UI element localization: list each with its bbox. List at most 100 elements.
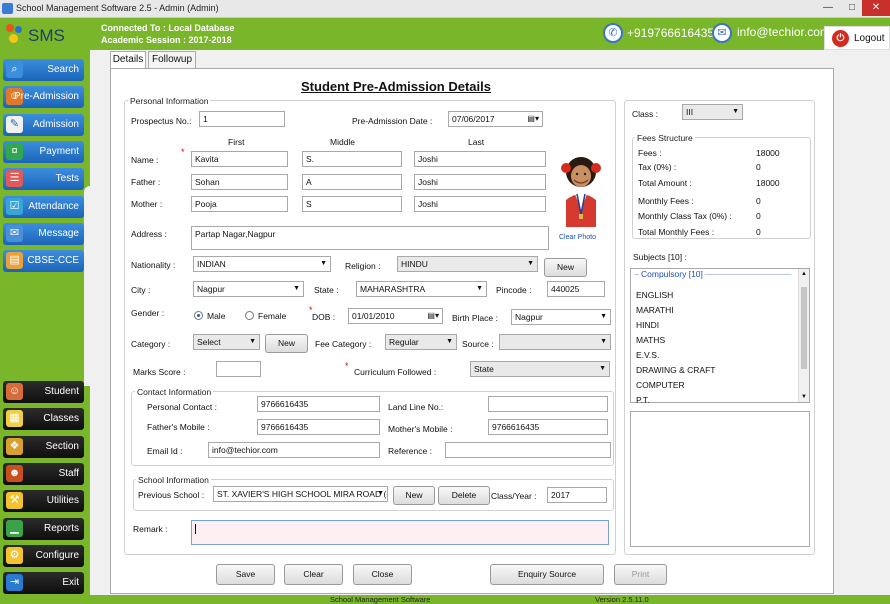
sidebar-item-message[interactable]: ✉ Message xyxy=(3,222,84,245)
close-window-button[interactable]: ✕ xyxy=(862,0,890,16)
religion-label: Religion : xyxy=(345,261,381,271)
fee-value: 18000 xyxy=(756,178,780,188)
app-header: SMS Connected To : Local Database Academ… xyxy=(0,18,890,50)
class-select[interactable]: III ▼ xyxy=(682,104,743,120)
subject-item[interactable]: COMPUTER xyxy=(636,380,685,390)
sidebar-item-staff[interactable]: ☻ Staff xyxy=(3,462,84,485)
maximize-button[interactable]: □ xyxy=(840,0,864,16)
marks-score-input[interactable] xyxy=(216,361,261,377)
father-first-input[interactable]: Sohan xyxy=(191,174,288,190)
gender-male-radio[interactable] xyxy=(194,311,203,320)
email-input[interactable]: info@techior.com xyxy=(208,442,380,458)
pincode-input[interactable]: 440025 xyxy=(547,281,605,297)
personal-contact-input[interactable]: 9766616435 xyxy=(257,396,380,412)
subjects-list[interactable]: Compulsory [10] ENGLISH MARATHI HINDI MATHS… xyxy=(630,268,810,405)
new-religion-button[interactable]: New xyxy=(544,258,587,277)
address-input[interactable]: Partap Nagar,Nagpur xyxy=(191,226,549,250)
subject-item[interactable]: DRAWING & CRAFT xyxy=(636,365,716,375)
religion-select[interactable]: HINDU ▼ xyxy=(397,256,538,272)
enquiry-source-button[interactable]: Enquiry Source xyxy=(490,564,604,585)
minimize-button[interactable]: — xyxy=(816,0,840,16)
tab-details[interactable]: Details xyxy=(110,51,146,69)
logout-button[interactable]: ⏻ Logout xyxy=(824,26,890,50)
dob-picker[interactable]: 01/01/2010 ▤▾ xyxy=(348,308,443,324)
calendar-icon[interactable]: ▤▾ xyxy=(527,114,539,123)
optional-subjects-list[interactable] xyxy=(630,411,810,547)
sidebar-item-admission[interactable]: ✎ Admission xyxy=(3,113,84,136)
subject-item[interactable]: HINDI xyxy=(636,320,659,330)
fee-label: Fees : xyxy=(638,148,662,158)
contact-phone: +919766616435 xyxy=(627,26,715,40)
fee-category-select[interactable]: Regular ▼ xyxy=(385,334,457,350)
app-icon xyxy=(2,3,13,14)
city-label: City : xyxy=(131,285,151,295)
sidebar-item-cbse-cce[interactable]: ▤ CBSE-CCE xyxy=(3,250,84,273)
new-school-button[interactable]: New xyxy=(393,486,435,505)
subject-item[interactable]: ENGLISH xyxy=(636,290,673,300)
save-button[interactable]: Save xyxy=(216,564,275,585)
sidebar-item-reports[interactable]: ▁ Reports xyxy=(3,517,84,540)
subject-item[interactable]: MATHS xyxy=(636,335,665,345)
new-category-button[interactable]: New xyxy=(265,334,308,353)
sidebar-item-exit[interactable]: ⇥ Exit xyxy=(3,572,84,595)
preadmission-date-picker[interactable]: 07/06/2017 ▤▾ xyxy=(448,111,543,127)
reference-input[interactable] xyxy=(445,442,611,458)
subject-item[interactable]: MARATHI xyxy=(636,305,674,315)
tab-followup[interactable]: Followup xyxy=(148,51,196,69)
scroll-thumb[interactable] xyxy=(801,287,807,369)
class-year-input[interactable]: 2017 xyxy=(547,487,607,503)
subjects-scrollbar[interactable]: ▲ ▼ xyxy=(798,269,809,402)
sidebar-item-label: Configure xyxy=(35,549,79,561)
prospectus-input[interactable]: 1 xyxy=(199,111,285,127)
source-select[interactable]: ▼ xyxy=(499,334,611,350)
sidebar-item-tests[interactable]: ☰ Tests xyxy=(3,168,84,191)
city-select[interactable]: Nagpur ▼ xyxy=(193,281,304,297)
subject-item[interactable]: E.V.S. xyxy=(636,350,659,360)
clear-photo-link[interactable]: Clear Photo xyxy=(559,234,596,241)
sidebar-item-search[interactable]: ⌕ Search xyxy=(3,59,84,81)
gender-female-radio[interactable] xyxy=(245,311,254,320)
state-select[interactable]: MAHARASHTRA ▼ xyxy=(356,281,487,297)
close-button[interactable]: Close xyxy=(353,564,412,585)
sidebar-item-pre-admission[interactable]: ☺ Pre-Admission xyxy=(3,86,84,109)
landline-label: Land Line No.: xyxy=(388,402,444,412)
sidebar-item-classes[interactable]: ▦ Classes xyxy=(3,408,84,431)
sidebar-item-payment[interactable]: ¤ Payment xyxy=(3,140,84,163)
sidebar-item-student[interactable]: ☺ Student xyxy=(3,381,84,403)
clear-button[interactable]: Clear xyxy=(284,564,343,585)
delete-school-button[interactable]: Delete xyxy=(438,486,490,505)
subject-item[interactable]: P.T. xyxy=(636,395,650,405)
previous-school-select[interactable]: ST. XAVIER'S HIGH SCHOOL MIRA ROAD (E) ▼ xyxy=(213,486,388,502)
curriculum-select[interactable]: State ▼ xyxy=(470,361,610,377)
sidebar-item-label: Exit xyxy=(62,577,79,589)
print-button[interactable]: Print xyxy=(614,564,667,585)
sidebar-item-label: Section xyxy=(45,440,79,452)
scroll-up-icon[interactable]: ▲ xyxy=(801,271,807,277)
sidebar-item-label: Pre-Admission xyxy=(13,91,79,103)
sidebar-item-attendance[interactable]: ☑ Attendance xyxy=(3,195,84,218)
sidebar-item-utilities[interactable]: ⚒ Utilities xyxy=(3,490,84,513)
remark-input[interactable] xyxy=(191,520,609,545)
landline-input[interactable] xyxy=(488,396,608,412)
name-middle-input[interactable]: S. xyxy=(302,151,402,167)
birthplace-select[interactable]: Nagpur ▼ xyxy=(511,309,611,325)
sidebar-item-section[interactable]: ❖ Section xyxy=(3,435,84,458)
nationality-select[interactable]: INDIAN ▼ xyxy=(193,256,331,272)
mother-first-input[interactable]: Pooja xyxy=(191,196,288,212)
envelope-icon: ✉ xyxy=(6,224,23,242)
nationality-value: INDIAN xyxy=(197,259,226,269)
sidebar-item-configure[interactable]: ⚙ Configure xyxy=(3,544,84,567)
father-middle-input[interactable]: A xyxy=(302,174,402,190)
calendar-icon[interactable]: ▤▾ xyxy=(427,311,439,320)
name-first-input[interactable]: Kavita xyxy=(191,151,288,167)
father-mobile-input[interactable]: 9766616435 xyxy=(257,419,380,435)
student-icon: ☺ xyxy=(6,383,23,400)
mother-mobile-input[interactable]: 9766616435 xyxy=(488,419,608,435)
father-last-input[interactable]: Joshi xyxy=(414,174,546,190)
name-last-input[interactable]: Joshi xyxy=(414,151,546,167)
student-photo[interactable] xyxy=(558,154,604,227)
mother-last-input[interactable]: Joshi xyxy=(414,196,546,212)
mother-middle-input[interactable]: S xyxy=(302,196,402,212)
category-select[interactable]: Select ▼ xyxy=(193,334,260,350)
scroll-down-icon[interactable]: ▼ xyxy=(801,394,807,400)
